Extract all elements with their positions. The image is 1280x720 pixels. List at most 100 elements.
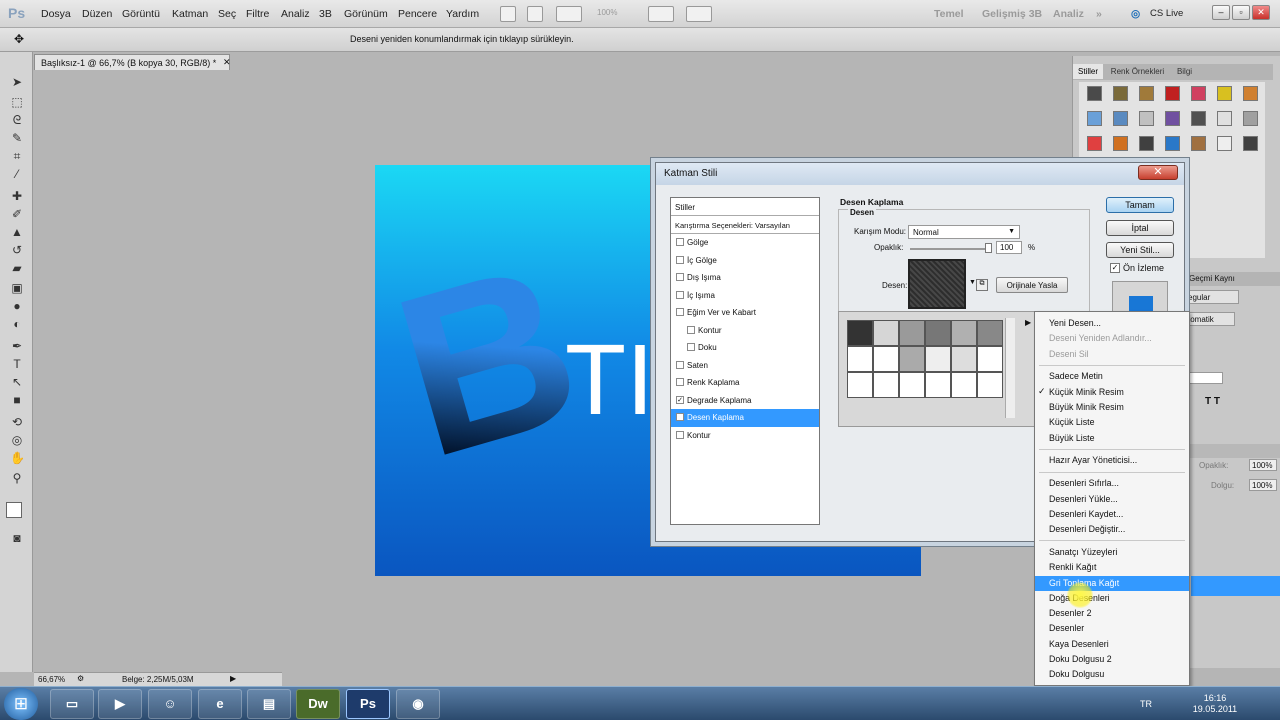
gradient-tool-icon[interactable]: ▣	[10, 282, 24, 295]
minimize-icon[interactable]: –	[1212, 5, 1230, 20]
status-zoom[interactable]: 66,67%	[38, 675, 65, 684]
explorer-icon[interactable]: ▭	[50, 689, 94, 719]
layer-fill-field[interactable]: 100%	[1249, 479, 1277, 491]
dreamweaver-icon[interactable]: Dw	[296, 689, 340, 719]
zoom-level[interactable]: 100%	[597, 8, 617, 17]
style-checkbox[interactable]	[676, 273, 684, 281]
pattern-swatch[interactable]	[951, 372, 977, 398]
dialog-close-icon[interactable]: ✕	[1138, 165, 1178, 180]
messenger-icon[interactable]: ☺	[148, 689, 192, 719]
shape-tool-icon[interactable]: ■	[10, 394, 24, 407]
screen-mode-button[interactable]	[686, 6, 712, 22]
quick-mask-icon[interactable]: ◙	[10, 532, 24, 545]
type-tool-icon[interactable]: T	[10, 358, 24, 371]
pattern-swatch[interactable]	[925, 320, 951, 346]
pattern-swatch[interactable]	[925, 372, 951, 398]
context-menu-item[interactable]: Desenler	[1035, 621, 1189, 636]
preview-checkbox[interactable]: ✓	[1110, 263, 1120, 273]
photoshop-icon[interactable]: Ps	[346, 689, 390, 719]
bridge-button[interactable]	[500, 6, 516, 22]
3d-rotate-icon[interactable]: ⟲	[10, 416, 24, 429]
quick-select-icon[interactable]: ✎	[10, 132, 24, 145]
menu-pencere[interactable]: Pencere	[398, 8, 437, 20]
context-menu-item[interactable]: Hazır Ayar Yöneticisi...	[1035, 453, 1189, 468]
leading-field[interactable]: tomatik	[1185, 312, 1235, 326]
marquee-tool-icon[interactable]: ⬚	[10, 96, 24, 109]
language-indicator[interactable]: TR	[1140, 699, 1152, 709]
pattern-thumbnail[interactable]	[908, 259, 966, 309]
pattern-swatch[interactable]	[899, 320, 925, 346]
style-item[interactable]: Eğim Ver ve Kabart	[671, 304, 819, 322]
blur-tool-icon[interactable]: ●	[10, 300, 24, 313]
new-preset-icon[interactable]: ⧉	[976, 279, 988, 291]
styles-list-header[interactable]: Stiller	[671, 198, 819, 216]
workspace-3b[interactable]: Gelişmiş 3B	[982, 8, 1042, 20]
restore-icon[interactable]: ▫	[1232, 5, 1250, 20]
pattern-swatch[interactable]	[951, 320, 977, 346]
context-menu-item[interactable]: Doğa Desenleri	[1035, 591, 1189, 606]
menu-3b[interactable]: 3B	[319, 8, 332, 20]
pattern-swatch[interactable]	[977, 320, 1003, 346]
blend-options-item[interactable]: Karıştırma Seçenekleri: Varsayılan	[671, 216, 819, 234]
style-swatch[interactable]	[1139, 136, 1154, 151]
eraser-tool-icon[interactable]: ▰	[10, 262, 24, 275]
color-field[interactable]	[1185, 372, 1223, 384]
clock[interactable]: 16:16 19.05.2011	[1190, 693, 1240, 715]
selected-layer-row[interactable]	[1191, 576, 1280, 596]
pattern-swatch[interactable]	[977, 346, 1003, 372]
pattern-swatch[interactable]	[873, 320, 899, 346]
ok-button[interactable]: Tamam	[1106, 197, 1174, 213]
font-style-field[interactable]: egular	[1185, 290, 1239, 304]
style-swatch[interactable]	[1165, 136, 1180, 151]
style-checkbox[interactable]	[676, 430, 684, 439]
style-swatch[interactable]	[1191, 111, 1206, 126]
menu-sec[interactable]: Seç	[218, 8, 236, 20]
cs-live-button[interactable]: CS Live	[1150, 8, 1183, 19]
style-checkbox[interactable]	[676, 255, 684, 264]
pattern-swatch[interactable]	[977, 372, 1003, 398]
close-document-icon[interactable]: ✕	[223, 57, 231, 68]
context-menu-item[interactable]: Desenleri Yükle...	[1035, 492, 1189, 507]
style-item[interactable]: Dış Işıma	[671, 269, 819, 287]
context-menu-item[interactable]: Desenleri Kaydet...	[1035, 507, 1189, 522]
menu-filtre[interactable]: Filtre	[246, 8, 269, 20]
style-swatch[interactable]	[1087, 86, 1102, 101]
pattern-swatch[interactable]	[951, 346, 977, 372]
path-select-icon[interactable]: ↖	[10, 376, 24, 389]
menu-dosya[interactable]: Dosya	[41, 8, 71, 20]
pattern-swatch[interactable]	[925, 346, 951, 372]
zoom-tool-icon[interactable]: ⚲	[10, 472, 24, 485]
move-tool-icon[interactable]: ➤	[10, 76, 24, 89]
style-checkbox[interactable]: ✓	[676, 395, 684, 404]
style-checkbox[interactable]	[676, 290, 684, 299]
view-extras-button[interactable]	[556, 6, 582, 22]
context-menu-item[interactable]: Küçük Liste	[1035, 415, 1189, 430]
style-swatch[interactable]	[1139, 111, 1154, 126]
menu-gorunum[interactable]: Görünüm	[344, 8, 388, 20]
style-swatch[interactable]	[1139, 86, 1154, 101]
dodge-tool-icon[interactable]: ◐	[10, 318, 24, 331]
style-swatch[interactable]	[1243, 136, 1258, 151]
notes-icon[interactable]: ▤	[247, 689, 291, 719]
style-swatch[interactable]	[1113, 86, 1128, 101]
ie-icon[interactable]: e	[198, 689, 242, 719]
opacity-slider-handle[interactable]	[985, 243, 992, 253]
context-menu-item[interactable]: Desenler 2	[1035, 606, 1189, 621]
menu-katman[interactable]: Katman	[172, 8, 208, 20]
style-item[interactable]: Saten	[671, 357, 819, 375]
style-item[interactable]: ✓ Degrade Kaplama	[671, 392, 819, 410]
context-menu-item[interactable]: ✓ Küçük Minik Resim	[1035, 385, 1189, 400]
style-item[interactable]: Renk Kaplama	[671, 374, 819, 392]
style-item[interactable]: Kontur	[671, 427, 819, 445]
context-menu-item[interactable]: Büyük Liste	[1035, 431, 1189, 446]
foreground-color-swatch[interactable]	[6, 502, 22, 518]
pen-tool-icon[interactable]: ✒	[10, 340, 24, 353]
style-checkbox[interactable]: ✓	[676, 413, 684, 421]
style-swatch[interactable]	[1217, 136, 1232, 151]
pattern-swatch[interactable]	[899, 372, 925, 398]
tab-bilgi[interactable]: Bilgi	[1172, 64, 1197, 79]
style-item[interactable]: Doku	[671, 339, 819, 357]
opacity-slider[interactable]	[910, 248, 990, 250]
context-menu-item[interactable]: Büyük Minik Resim	[1035, 400, 1189, 415]
status-menu-arrow-icon[interactable]: ▶	[230, 674, 236, 683]
